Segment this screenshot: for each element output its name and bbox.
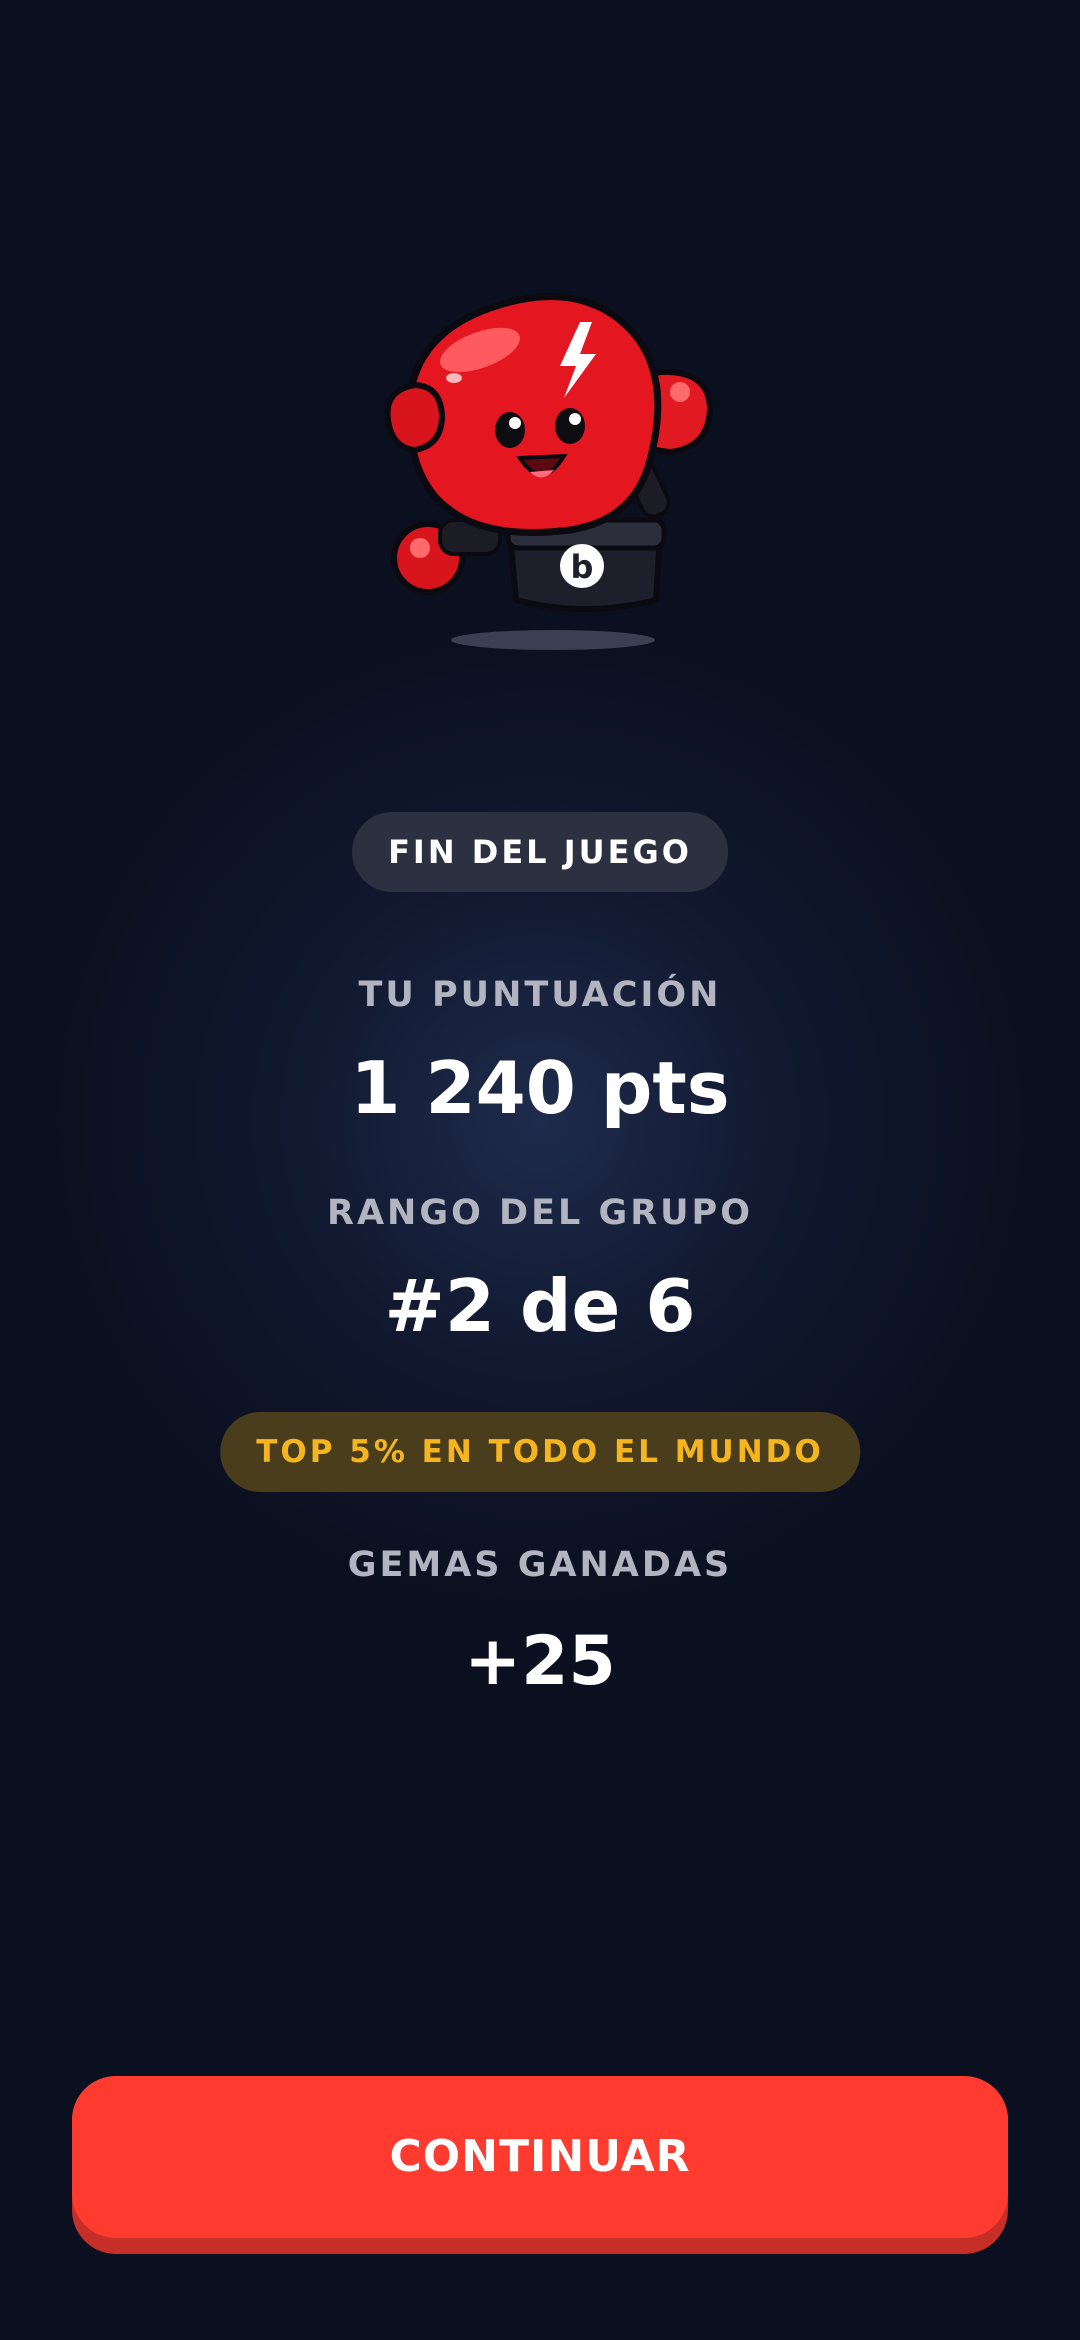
- continue-button[interactable]: CONTINUAR: [72, 2076, 1008, 2254]
- rank-label: RANGO DEL GRUPO: [327, 1193, 753, 1233]
- game-over-badge: FIN DEL JUEGO: [352, 812, 728, 892]
- boxing-glove-mascot-icon: b: [384, 292, 714, 650]
- gems-value: +25: [464, 1622, 616, 1701]
- world-rank-badge: TOP 5% EN TODO EL MUNDO: [220, 1412, 860, 1492]
- mascot-illustration: b: [370, 280, 750, 660]
- rank-value: #2 de 6: [384, 1264, 696, 1348]
- score-label: TU PUNTUACIÓN: [358, 975, 722, 1015]
- score-value: 1 240 pts: [350, 1046, 730, 1130]
- gems-label: GEMAS GANADAS: [347, 1545, 733, 1585]
- continue-button-label: CONTINUAR: [72, 2076, 1008, 2238]
- mascot-logo-letter: b: [571, 548, 594, 586]
